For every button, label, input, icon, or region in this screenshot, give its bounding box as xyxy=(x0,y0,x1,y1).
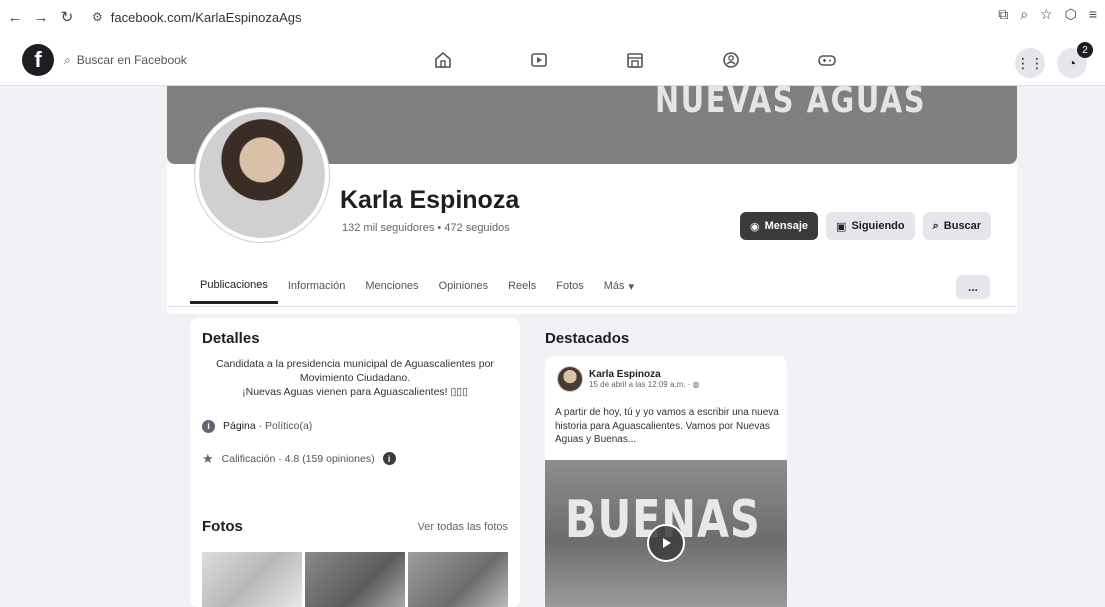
search-profile-button[interactable]: ⌕ Buscar xyxy=(922,212,992,240)
see-all-photos-link[interactable]: Ver todas las fotos xyxy=(418,521,509,533)
page-label: Página xyxy=(223,420,256,433)
zoom-icon[interactable]: ⌕ xyxy=(1020,6,1028,23)
details-title: Detalles xyxy=(202,330,260,347)
home-icon[interactable] xyxy=(395,48,491,72)
photo-thumbnail[interactable] xyxy=(408,552,508,607)
forward-icon[interactable]: → xyxy=(30,6,52,28)
tab-menciones[interactable]: Menciones xyxy=(355,268,428,304)
following-icon: ▣ xyxy=(836,220,847,233)
address-bar[interactable]: ⚙ facebook.com/KarlaEspinozaAgs xyxy=(92,10,302,25)
tab-opiniones[interactable]: Opiniones xyxy=(429,268,499,304)
url-text[interactable]: facebook.com/KarlaEspinozaAgs xyxy=(111,10,302,25)
photos-title: Fotos xyxy=(202,518,243,535)
play-icon[interactable] xyxy=(647,524,685,562)
reload-icon[interactable]: ↻ xyxy=(56,6,78,28)
more-options-button[interactable]: ... xyxy=(956,275,990,299)
tabs-divider xyxy=(167,306,1017,307)
tab-mas-label: Más xyxy=(603,280,625,292)
bio-line-2: Movimiento Ciudadano. xyxy=(299,372,411,385)
gaming-icon[interactable] xyxy=(779,48,875,72)
search-input[interactable]: ⌕ Buscar en Facebook xyxy=(64,46,244,74)
bio: Candidata a la presidencia municipal de … xyxy=(202,357,508,400)
facebook-navbar: f ⌕ Buscar en Facebook ⋮⋮ ◔ 2 xyxy=(0,34,1105,86)
browser-actions: ⧉ ⌕ ☆ ⬡ ≡ xyxy=(998,6,1097,23)
post-text: A partir de hoy, tú y yo vamos a escribi… xyxy=(555,407,779,445)
notification-badge: 2 xyxy=(1077,42,1093,58)
apps-menu-icon[interactable]: ⋮⋮ xyxy=(1015,48,1045,78)
post-header: Karla Espinoza 15 de abril a las 12:09 a… xyxy=(557,366,700,392)
rating-row: ★ Calificación · 4.8 (159 opiniones) i xyxy=(202,451,508,467)
post-author[interactable]: Karla Espinoza xyxy=(589,369,700,380)
message-button[interactable]: ◉ Mensaje xyxy=(740,212,819,240)
following-button[interactable]: ▣ Siguiendo xyxy=(826,212,915,240)
marketplace-icon[interactable] xyxy=(587,48,683,72)
avatar-image xyxy=(199,112,325,238)
message-label: Mensaje xyxy=(764,220,809,232)
bio-line-3: ¡Nuevas Aguas vienen para Aguascalientes… xyxy=(242,386,468,399)
groups-icon[interactable] xyxy=(683,48,779,72)
page-category-row: i Página · Político(a) xyxy=(202,419,508,433)
browser-nav-buttons: ← → ↻ xyxy=(4,6,78,28)
post-video[interactable]: BUENAS xyxy=(545,460,787,607)
search-icon: ⌕ xyxy=(932,219,939,232)
star-icon[interactable]: ☆ xyxy=(1040,6,1053,23)
tab-reels[interactable]: Reels xyxy=(498,268,546,304)
post-date-text: 15 de abril a las 12:09 a.m. · xyxy=(589,380,693,389)
main-nav-icons xyxy=(395,48,875,72)
details-card: Detalles Candidata a la presidencia muni… xyxy=(190,318,520,607)
info-icon: i xyxy=(202,419,215,433)
rating-text[interactable]: Calificación · 4.8 (159 opiniones) xyxy=(222,453,375,465)
featured-post[interactable]: Karla Espinoza 15 de abril a las 12:09 a… xyxy=(545,356,787,607)
bio-line-1: Candidata a la presidencia municipal de … xyxy=(216,358,494,370)
tab-publicaciones[interactable]: Publicaciones xyxy=(190,268,278,304)
featured-title: Destacados xyxy=(545,330,630,347)
search-placeholder: Buscar en Facebook xyxy=(76,53,187,67)
tab-fotos[interactable]: Fotos xyxy=(546,268,594,304)
photo-grid xyxy=(202,552,508,607)
info-icon[interactable]: i xyxy=(382,452,396,466)
profile-stats[interactable]: 132 mil seguidores • 472 seguidos xyxy=(342,222,510,234)
globe-icon: ◍ xyxy=(692,380,700,389)
site-settings-icon[interactable]: ⚙ xyxy=(92,10,103,24)
profile-avatar[interactable] xyxy=(195,108,329,242)
post-avatar[interactable] xyxy=(557,366,583,392)
search-icon: ⌕ xyxy=(64,52,71,67)
back-icon[interactable]: ← xyxy=(4,6,26,28)
post-date[interactable]: 15 de abril a las 12:09 a.m. · ◍ xyxy=(589,380,700,389)
browser-toolbar: ← → ↻ ⚙ facebook.com/KarlaEspinozaAgs ⧉ … xyxy=(0,0,1105,34)
messenger-icon[interactable]: ◔ 2 xyxy=(1057,42,1093,78)
chevron-down-icon: ▾ xyxy=(628,280,635,293)
cover-text: NUEVAS AGUAS xyxy=(655,86,927,121)
tab-informacion[interactable]: Información xyxy=(278,268,355,304)
photos-header: Fotos Ver todas las fotos xyxy=(202,518,508,535)
profile-tabs: Publicaciones Información Menciones Opin… xyxy=(190,268,644,304)
account-icons: ⋮⋮ ◔ 2 xyxy=(1015,42,1093,78)
tab-mas[interactable]: Más ▾ xyxy=(594,268,644,304)
extensions-icon[interactable]: ⬡ xyxy=(1065,6,1077,23)
page-category: · Político(a) xyxy=(255,420,313,433)
profile-actions: ◉ Mensaje ▣ Siguiendo ⌕ Buscar xyxy=(740,212,992,240)
star-icon: ★ xyxy=(202,450,214,466)
following-label: Siguiendo xyxy=(851,220,905,232)
photo-thumbnail[interactable] xyxy=(202,552,302,607)
search-label: Buscar xyxy=(943,220,982,232)
facebook-logo[interactable]: f xyxy=(22,44,54,76)
profile-name: Karla Espinoza xyxy=(340,186,520,214)
video-icon[interactable] xyxy=(491,48,587,72)
menu-icon[interactable]: ≡ xyxy=(1089,6,1097,23)
install-icon[interactable]: ⧉ xyxy=(998,6,1008,23)
photo-thumbnail[interactable] xyxy=(305,552,405,607)
messenger-icon: ◉ xyxy=(750,220,760,233)
